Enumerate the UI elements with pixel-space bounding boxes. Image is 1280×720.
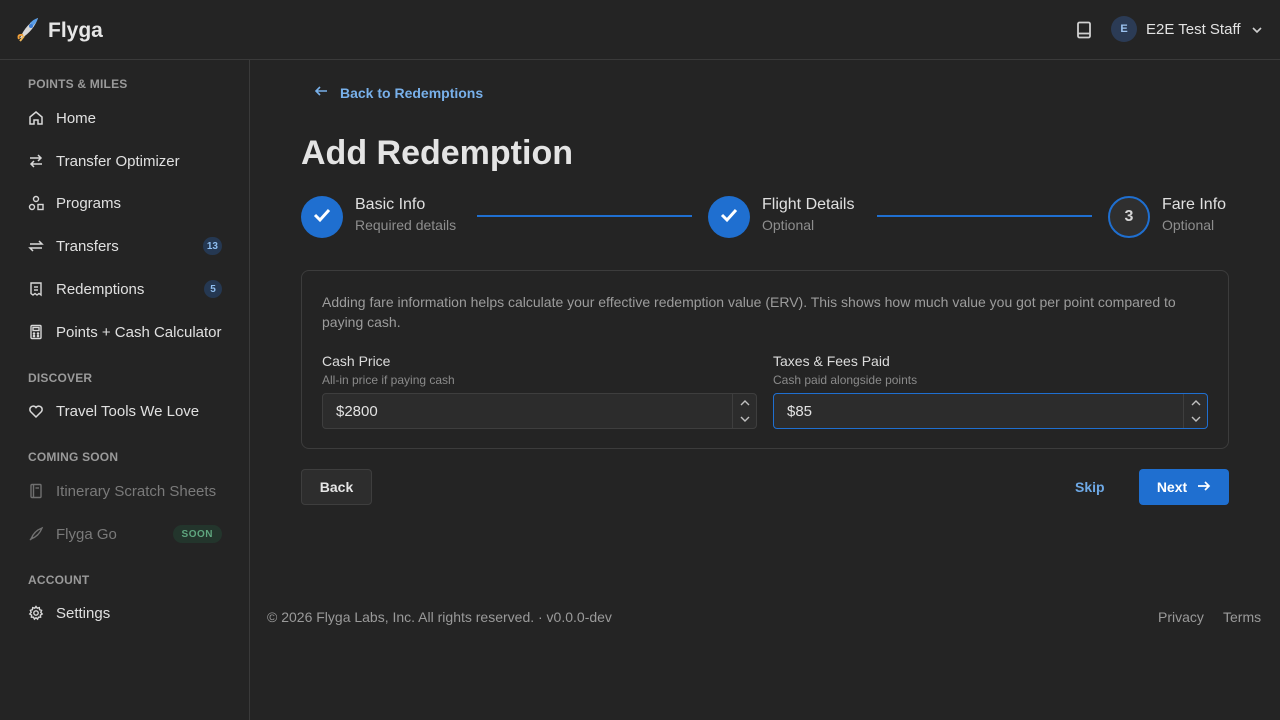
calculator-icon [28,324,44,340]
increment-button[interactable] [733,394,756,411]
sidebar-item-itinerary-scratch-sheets: Itinerary Scratch Sheets [28,477,222,505]
sidebar-item-label: Programs [56,194,122,212]
back-button[interactable]: Back [301,469,372,505]
cash-price-stepper [732,394,756,428]
app-logo[interactable]: Flyga [16,14,103,47]
taxes-fees-value: $85 [787,402,813,420]
sidebar-item-transfers[interactable]: Transfers 13 [28,232,222,260]
soon-badge: SOON [172,525,222,543]
back-link-label: Back to Redemptions [340,84,484,101]
sidebar-item-redemptions[interactable]: Redemptions 5 [28,275,222,303]
heart-icon [28,403,44,419]
step-2-complete [708,196,750,238]
sidebar-item-flyga-go: Flyga Go SOON [28,520,222,548]
sidebar-item-settings[interactable]: Settings [28,599,222,627]
sidebar-item-points-cash-calculator[interactable]: Points + Cash Calculator [28,318,222,346]
taxes-fees-stepper [1183,394,1207,428]
sidebar-section-title: ACCOUNT [28,573,90,587]
sidebar-item-label: Settings [56,604,111,622]
sidebar-item-transfer-optimizer[interactable]: Transfer Optimizer [28,147,222,175]
gear-icon [28,605,44,621]
notebook-icon [28,483,44,499]
skip-button[interactable]: Skip [1068,469,1112,505]
sidebar-section-title: COMING SOON [28,450,119,464]
sidebar: POINTS & MILES Home Transfer Optimizer P… [0,60,250,720]
page-title: Add Redemption [301,134,573,172]
sidebar-item-home[interactable]: Home [28,104,222,132]
decrement-button[interactable] [733,411,756,428]
next-button-label: Next [1156,479,1188,495]
check-icon [311,204,333,231]
back-to-redemptions-link[interactable]: Back to Redemptions [314,84,483,101]
sidebar-item-label: Points + Cash Calculator [56,323,222,341]
sidebar-item-label: Home [56,109,97,127]
increment-button[interactable] [1184,394,1207,411]
sidebar-item-programs[interactable]: Programs [28,189,222,217]
step-connector [477,215,692,217]
top-header: Flyga E E2E Test Staff [0,0,1280,60]
step-1-title: Basic Info [355,196,426,213]
cash-price-value: $2800 [336,402,378,420]
terms-link[interactable]: Terms [1223,609,1261,625]
transfer-icon [28,238,44,254]
rocket-logo-icon [16,14,42,47]
cash-price-label: Cash Price [322,353,391,369]
receipt-icon [28,281,44,297]
sidebar-item-label: Flyga Go [56,525,117,543]
check-icon [718,204,740,231]
book-icon[interactable] [1074,20,1094,40]
fare-info-card: Adding fare information helps calculate … [301,270,1229,449]
sidebar-item-label: Itinerary Scratch Sheets [56,482,217,500]
count-badge: 13 [202,237,222,255]
sidebar-item-label: Redemptions [56,280,145,298]
arrow-right-icon [1197,479,1211,496]
step-3-title: Fare Info [1162,196,1227,213]
step-3-subtitle: Optional [1162,217,1215,233]
step-2-subtitle: Optional [762,217,815,233]
arrows-icon [28,153,44,169]
avatar: E [1111,16,1137,42]
footer-copyright: © 2026 Flyga Labs, Inc. All rights reser… [267,609,612,625]
decrement-button[interactable] [1184,411,1207,428]
privacy-link[interactable]: Privacy [1158,609,1204,625]
sidebar-item-label: Travel Tools We Love [56,402,200,420]
sidebar-item-label: Transfer Optimizer [56,152,180,170]
cash-price-hint: All-in price if paying cash [322,373,455,387]
sidebar-item-label: Transfers [56,237,119,255]
rocket-icon [28,526,44,542]
arrow-left-icon [314,84,340,101]
chevron-down-icon [1251,23,1263,35]
taxes-fees-input[interactable]: $85 [773,393,1208,429]
step-3-current: 3 [1108,196,1150,238]
user-menu[interactable]: E E2E Test Staff [1111,16,1263,42]
cash-price-input[interactable]: $2800 [322,393,757,429]
shapes-icon [28,195,44,211]
user-name: E2E Test Staff [1146,20,1241,38]
sidebar-section-title: DISCOVER [28,371,93,385]
app-name: Flyga [48,18,103,42]
sidebar-item-travel-tools[interactable]: Travel Tools We Love [28,397,222,425]
step-1-complete [301,196,343,238]
step-1-subtitle: Required details [355,217,457,233]
step-connector [877,215,1092,217]
next-button[interactable]: Next [1139,469,1229,505]
card-description: Adding fare information helps calculate … [322,294,1176,330]
taxes-fees-label: Taxes & Fees Paid [773,353,890,369]
home-icon [28,110,44,126]
sidebar-section-title: POINTS & MILES [28,77,128,91]
step-2-title: Flight Details [762,196,855,213]
count-badge: 5 [204,280,222,298]
taxes-fees-hint: Cash paid alongside points [773,373,918,387]
